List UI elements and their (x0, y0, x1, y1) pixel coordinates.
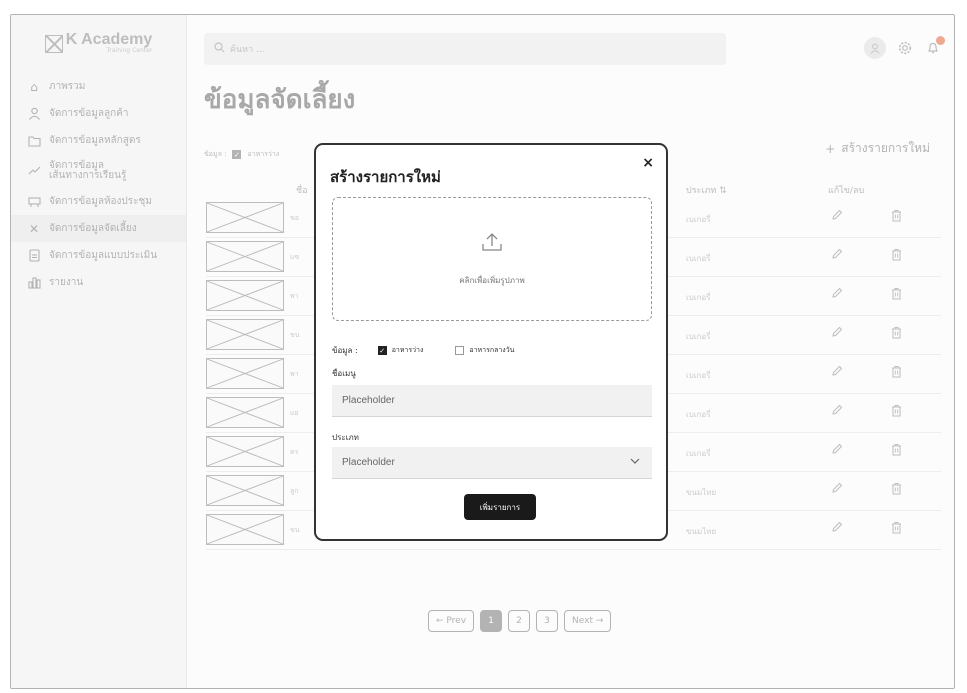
modal-filter-label: ข้อมูล : (332, 346, 358, 355)
upload-icon (481, 232, 503, 256)
add-item-button[interactable]: เพิ่มรายการ (464, 494, 536, 520)
menu-name-placeholder: Placeholder (342, 395, 395, 406)
image-upload-area[interactable]: คลิกเพื่อเพิ่มรูปภาพ (332, 197, 652, 321)
chevron-down-icon (630, 456, 640, 467)
modal-title: สร้างรายการใหม่ (330, 168, 441, 186)
close-icon[interactable]: × (642, 155, 654, 171)
menu-name-label: ชื่อเมนู (332, 369, 356, 378)
upload-text: คลิกเพื่อเพิ่มรูปภาพ (459, 275, 525, 285)
menu-name-input[interactable]: Placeholder (332, 385, 652, 417)
modal-category-filter: ข้อมูล : ✓ อาหารว่าง อาหารกลางวัน (332, 344, 514, 357)
type-select-placeholder: Placeholder (342, 457, 395, 468)
checkbox-snack-label: อาหารว่าง (391, 346, 424, 354)
type-select[interactable]: Placeholder (332, 447, 652, 479)
checkbox-lunch[interactable] (455, 346, 465, 355)
create-item-modal: สร้างรายการใหม่ × คลิกเพื่อเพิ่มรูปภาพ ข… (314, 143, 668, 541)
checkbox-snack[interactable]: ✓ (377, 346, 387, 355)
type-label: ประเภท (332, 433, 359, 442)
checkbox-lunch-label: อาหารกลางวัน (469, 346, 515, 354)
